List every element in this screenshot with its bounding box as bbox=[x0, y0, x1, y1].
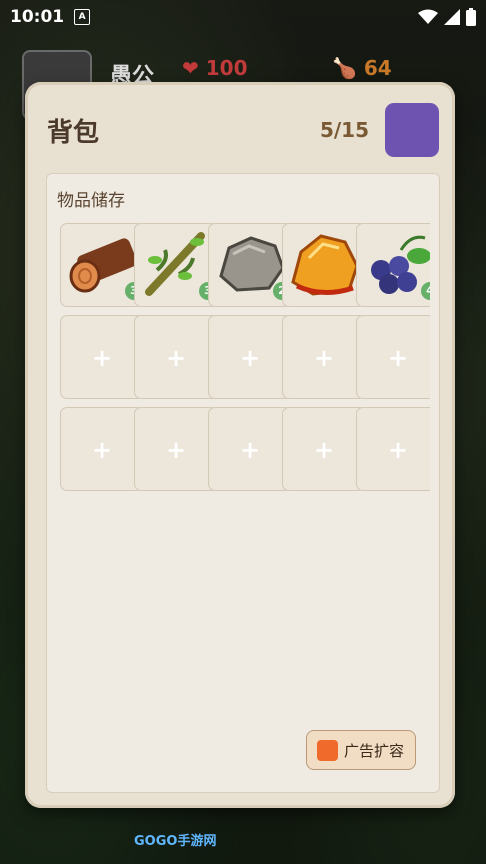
wifi-icon bbox=[418, 9, 438, 24]
empty-slot[interactable]: + bbox=[134, 315, 218, 399]
plus-icon: + bbox=[239, 344, 261, 372]
battery-icon bbox=[466, 8, 476, 26]
inventory-grid: 3 3 2 bbox=[60, 223, 430, 495]
plus-icon: + bbox=[91, 344, 113, 372]
empty-slot[interactable]: + bbox=[356, 315, 430, 399]
backpack-modal: 背包 5/15 物品储存 3 bbox=[25, 82, 455, 808]
plus-icon: + bbox=[239, 436, 261, 464]
inventory-slot[interactable]: 3 bbox=[134, 223, 218, 307]
empty-slot[interactable]: + bbox=[208, 315, 292, 399]
inventory-row: + + + + + bbox=[60, 315, 430, 401]
plus-icon: + bbox=[387, 344, 409, 372]
plus-icon: + bbox=[313, 436, 335, 464]
storage-label: 物品储存 bbox=[57, 191, 125, 211]
food-value: 🍗 64 bbox=[332, 56, 392, 80]
empty-slot[interactable]: + bbox=[60, 407, 144, 491]
hp-value: ❤ 100 bbox=[182, 56, 248, 80]
modal-title: 背包 bbox=[47, 118, 100, 148]
inventory-row: 3 3 2 bbox=[60, 223, 430, 309]
plus-icon: + bbox=[313, 344, 335, 372]
amber-icon bbox=[291, 234, 359, 296]
expand-button-label: 广告扩容 bbox=[344, 741, 405, 760]
storage-panel: 物品储存 3 bbox=[46, 173, 440, 793]
watermark-logo: GOGO手游网 bbox=[134, 834, 217, 849]
capacity-count: 5/15 bbox=[319, 118, 369, 142]
inventory-slot[interactable]: 3 bbox=[60, 223, 144, 307]
empty-slot[interactable]: + bbox=[60, 315, 144, 399]
ad-expand-button[interactable]: 广告扩容 bbox=[306, 730, 416, 770]
empty-slot[interactable]: + bbox=[356, 407, 430, 491]
berries-icon bbox=[371, 235, 430, 294]
plus-icon: + bbox=[165, 436, 187, 464]
empty-slot[interactable]: + bbox=[282, 315, 366, 399]
plus-icon: + bbox=[91, 436, 113, 464]
inventory-row: + + + + + bbox=[60, 407, 430, 493]
item-count-badge: 4 bbox=[421, 282, 430, 300]
empty-slot[interactable]: + bbox=[134, 407, 218, 491]
notification-icon: A bbox=[74, 9, 91, 25]
empty-slot[interactable]: + bbox=[282, 407, 366, 491]
status-bar: 10:01 A bbox=[0, 0, 486, 34]
inventory-slot[interactable]: 4 bbox=[356, 223, 430, 307]
signal-icon bbox=[444, 9, 460, 25]
plus-icon: + bbox=[387, 436, 409, 464]
close-button[interactable] bbox=[385, 103, 439, 157]
plus-icon: + bbox=[165, 344, 187, 372]
status-time: 10:01 bbox=[10, 7, 65, 27]
inventory-slot[interactable]: 2 bbox=[208, 223, 292, 307]
empty-slot[interactable]: + bbox=[208, 407, 292, 491]
inventory-slot[interactable] bbox=[282, 223, 366, 307]
ad-icon bbox=[317, 739, 338, 761]
